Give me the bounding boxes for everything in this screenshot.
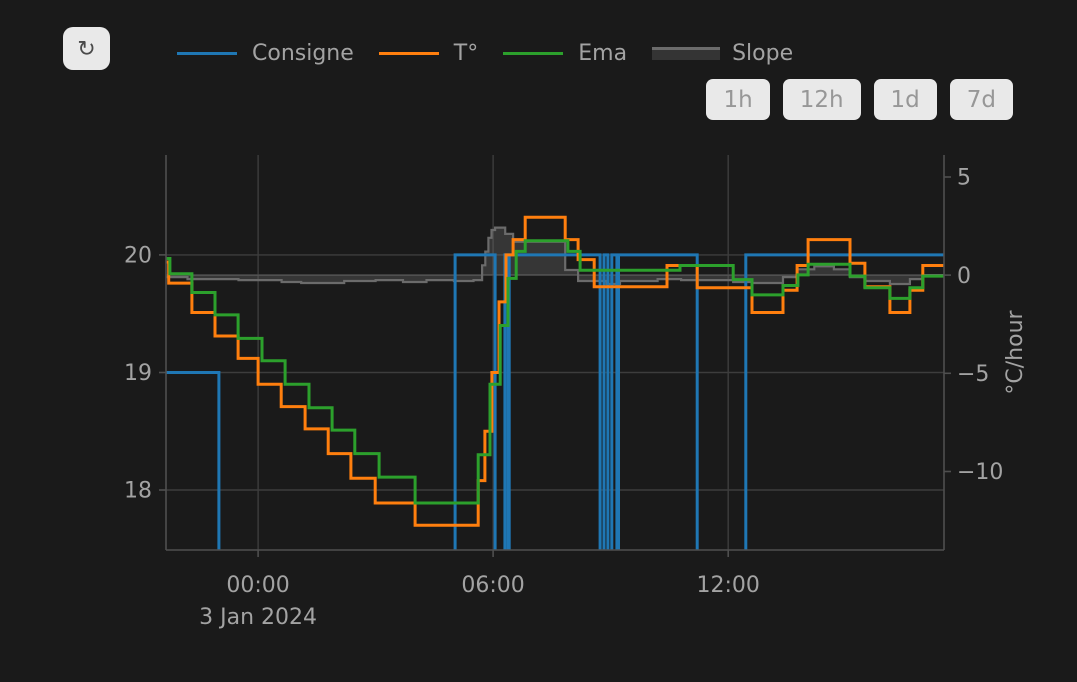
y2-tick-label: −10	[957, 460, 1003, 485]
y-tick-label: 20	[124, 244, 152, 269]
temperature-chart[interactable]: 00:00 06:00 12:00 3 Jan 2024 18 19 20 5 0 −5 −10 °C…	[0, 0, 1077, 682]
y2-tick-label: 5	[957, 166, 971, 191]
y2-tick-label: 0	[957, 264, 971, 289]
x-tick-label: 00:00	[226, 573, 289, 598]
x-tick-label: 06:00	[461, 573, 524, 598]
chart-panel: ↻ Consigne T° Ema Slope 1h 12h 1d 7d 00:…	[0, 0, 1077, 682]
consigne-line	[166, 255, 944, 608]
y-tick-label: 18	[124, 479, 152, 504]
y2-tick-label: −5	[957, 362, 989, 387]
y2-axis-title: °C/hour	[1003, 309, 1028, 394]
x-tick-label: 12:00	[696, 573, 759, 598]
x-date-label: 3 Jan 2024	[199, 605, 317, 630]
y-tick-label: 19	[124, 361, 152, 386]
